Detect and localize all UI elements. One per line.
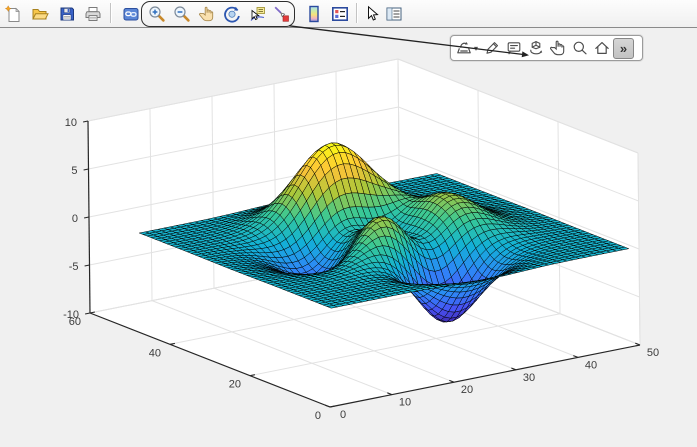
property-inspector-button[interactable] — [384, 3, 404, 24]
pan-hand-icon — [198, 5, 216, 23]
figure-window: 010203040500204060-10-50510 — [0, 0, 697, 447]
print-figure-button[interactable] — [83, 3, 103, 24]
svg-text:20: 20 — [229, 379, 241, 391]
pointer-arrow-icon — [363, 5, 381, 23]
pencil-icon — [483, 39, 501, 57]
zoom-in-icon — [148, 5, 166, 23]
rotate-3d-button[interactable] — [222, 3, 242, 24]
svg-text:5: 5 — [71, 165, 77, 177]
svg-text:0: 0 — [72, 213, 78, 225]
zoom-in-button[interactable] — [569, 38, 590, 58]
legend-icon — [331, 5, 349, 23]
brush-data-button[interactable] — [271, 3, 291, 24]
colorbar-icon — [305, 5, 323, 23]
export-icon — [455, 39, 473, 57]
export-dropdown-caret-icon[interactable]: ▾ — [474, 44, 478, 53]
svg-text:10: 10 — [399, 397, 411, 409]
insert-legend-button[interactable] — [330, 3, 350, 24]
svg-text:20: 20 — [461, 384, 473, 396]
svg-text:30: 30 — [523, 372, 535, 384]
pan-button[interactable] — [197, 3, 217, 24]
save-figure-button[interactable] — [57, 3, 77, 24]
open-folder-icon — [31, 5, 49, 23]
edit-plot-button[interactable] — [481, 38, 502, 58]
figure-toolbar — [0, 0, 697, 28]
export-button[interactable]: ▾ — [453, 38, 480, 58]
link-plot-icon — [122, 5, 140, 23]
property-inspector-icon — [385, 5, 403, 23]
svg-text:-5: -5 — [69, 261, 79, 273]
svg-text:0: 0 — [315, 410, 321, 422]
svg-text:40: 40 — [585, 359, 597, 371]
data-tips-button[interactable] — [503, 38, 524, 58]
magnifier-icon — [571, 39, 589, 57]
rotate-3d-cube-icon — [527, 39, 545, 57]
data-cursor-button[interactable] — [247, 3, 267, 24]
data-cursor-icon — [248, 5, 266, 23]
svg-text:40: 40 — [149, 347, 161, 359]
insert-colorbar-button[interactable] — [304, 3, 324, 24]
svg-text:0: 0 — [340, 409, 346, 421]
open-file-button[interactable] — [30, 3, 50, 24]
pan-hand-outline-icon — [549, 39, 567, 57]
home-icon — [593, 39, 611, 57]
zoom-out-button[interactable] — [172, 3, 192, 24]
svg-text:10: 10 — [65, 117, 77, 129]
edit-plot-button[interactable] — [362, 3, 382, 24]
toolbar-separator — [356, 3, 358, 23]
pan-button[interactable] — [547, 38, 568, 58]
new-figure-button[interactable] — [3, 3, 23, 24]
rotate-3d-button[interactable] — [525, 38, 546, 58]
more-options-button[interactable]: » — [613, 38, 634, 59]
restore-view-button[interactable] — [591, 38, 612, 58]
data-tips-icon — [505, 39, 523, 57]
toolbar-separator — [110, 3, 112, 23]
svg-text:50: 50 — [647, 347, 659, 359]
new-figure-icon — [4, 5, 22, 23]
link-plot-button[interactable] — [121, 3, 141, 24]
rotate-3d-icon — [223, 5, 241, 23]
axes-3d-surface-plot[interactable]: 010203040500204060-10-50510 — [0, 0, 697, 447]
printer-icon — [84, 5, 102, 23]
zoom-in-button[interactable] — [147, 3, 167, 24]
z-axis-tick-labels: -10 -5 0 5 10 — [63, 117, 79, 321]
save-icon — [58, 5, 76, 23]
axes-toolbar: ▾ — [450, 35, 643, 61]
brush-icon — [272, 5, 290, 23]
svg-text:-10: -10 — [63, 309, 79, 321]
zoom-out-icon — [173, 5, 191, 23]
